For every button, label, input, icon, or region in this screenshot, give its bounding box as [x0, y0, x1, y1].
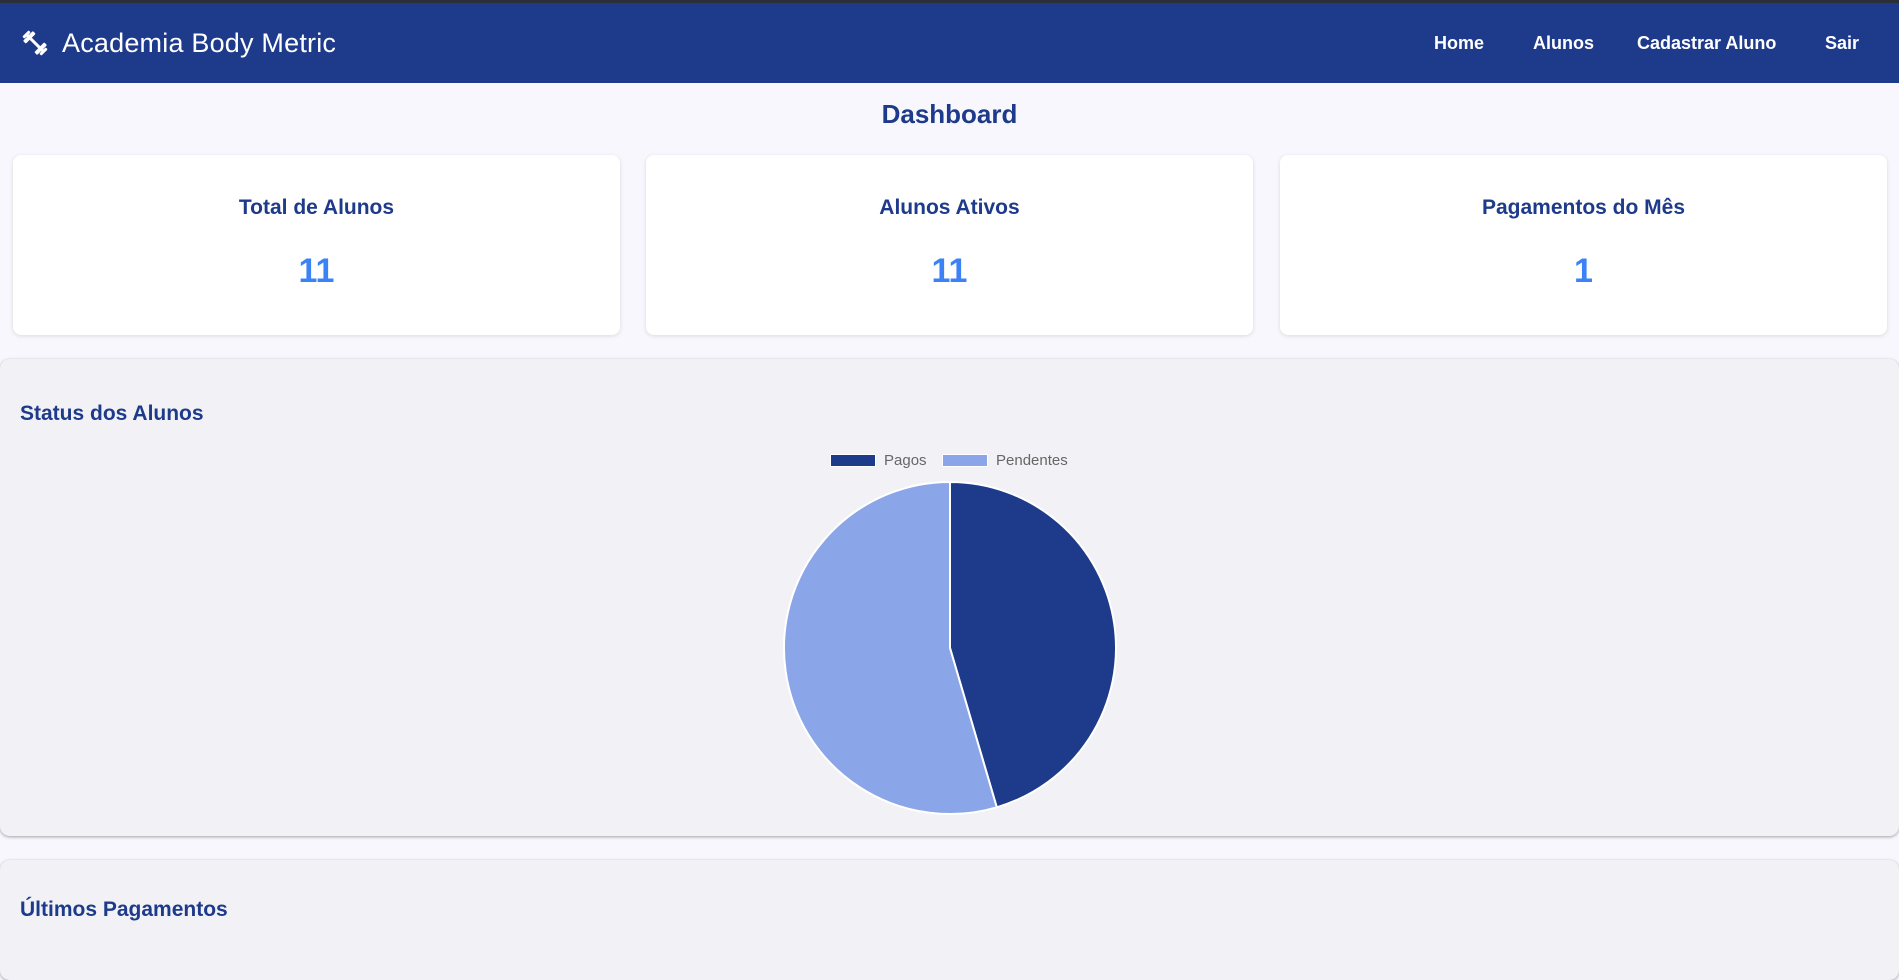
payments-panel: Últimos Pagamentos — [0, 860, 1899, 980]
payments-panel-title: Últimos Pagamentos — [20, 898, 228, 921]
status-pie-chart — [783, 480, 1117, 815]
pie-slices — [783, 480, 1117, 815]
